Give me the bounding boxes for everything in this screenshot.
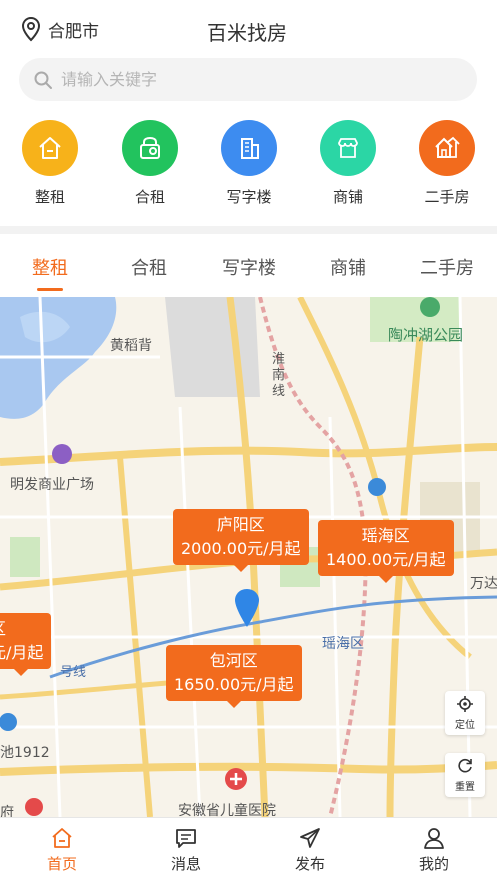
nav-label: 消息: [170, 855, 201, 873]
map-label-wanda: 万达: [470, 576, 497, 592]
search-input[interactable]: [61, 70, 441, 89]
category-label: 商铺: [332, 188, 363, 206]
send-icon: [300, 828, 320, 848]
district-pin-yaohai[interactable]: 瑶海区 1400.00元/月起: [318, 520, 454, 583]
house-icon: [22, 120, 78, 176]
shop-icon: [320, 120, 376, 176]
district-price: 元/月起: [0, 643, 44, 662]
nav-label: 发布: [294, 855, 325, 873]
active-tab-indicator: [37, 288, 63, 291]
map-label-huangdaobei: 黄稻背: [110, 338, 152, 354]
district-pin-baohe[interactable]: 包河区 1650.00元/月起: [166, 645, 302, 708]
map-label-hospital: 安徽省儿童医院: [178, 803, 276, 817]
nav-publish[interactable]: 发布: [270, 826, 350, 874]
district-price: 1650.00元/月起: [174, 675, 294, 694]
home-icon: [52, 828, 72, 848]
tab-shop[interactable]: 商铺: [303, 254, 393, 280]
district-name: 瑶海区: [361, 526, 410, 545]
tab-whole-rent[interactable]: 整租: [5, 254, 95, 280]
nav-home[interactable]: 首页: [22, 826, 102, 874]
map-label-1912: 池1912: [0, 745, 50, 761]
category-whole-rent[interactable]: 整租: [10, 118, 90, 207]
category-label: 合租: [134, 188, 165, 206]
header: 合肥市 百米找房: [0, 0, 497, 56]
category-label: 二手房: [424, 188, 470, 206]
category-shop[interactable]: 商铺: [308, 118, 388, 207]
listing-tabs: 整租 合租 写字楼 商铺 二手房: [0, 234, 497, 296]
district-name: 区: [0, 617, 43, 641]
search-bar[interactable]: [19, 58, 477, 101]
tab-second-hand[interactable]: 二手房: [402, 254, 492, 280]
city-name: 合肥市: [48, 21, 99, 42]
map-label-mingfa: 明发商业广场: [10, 477, 94, 493]
category-label: 写字楼: [226, 188, 272, 206]
category-office[interactable]: 写字楼: [209, 118, 289, 207]
category-label: 整租: [34, 188, 65, 206]
map-label-baohe-station: 瑶海区: [322, 636, 364, 652]
profile-icon: [424, 828, 444, 849]
map-label-huainan-line: 淮南线: [272, 352, 286, 399]
refresh-icon: [458, 758, 472, 773]
category-shared-rent[interactable]: 合租: [110, 118, 190, 207]
shared-room-icon: [122, 120, 178, 176]
map-label-fu: 府: [0, 805, 14, 817]
nav-profile[interactable]: 我的: [394, 826, 474, 874]
locate-label: 定位: [455, 720, 475, 731]
nav-messages[interactable]: 消息: [146, 826, 226, 874]
locate-button[interactable]: 定位: [445, 691, 485, 735]
message-icon: [176, 829, 196, 848]
second-hand-house-icon: [419, 120, 475, 176]
bottom-nav: 首页 消息 发布 我的: [0, 817, 497, 883]
reset-label: 重置: [455, 782, 475, 793]
district-price: 2000.00元/月起: [181, 539, 301, 558]
office-building-icon: [221, 120, 277, 176]
map-label-park: 陶冲湖公园: [388, 326, 464, 344]
reset-button[interactable]: 重置: [445, 753, 485, 797]
page-title: 百米找房: [207, 21, 287, 45]
district-pin-partial[interactable]: 区 元/月起: [0, 613, 52, 676]
category-grid: 整租 合租 写字楼 商铺 二手房: [0, 118, 497, 213]
district-price: 1400.00元/月起: [326, 550, 446, 569]
district-pin-luyang[interactable]: 庐阳区 2000.00元/月起: [173, 509, 309, 572]
nav-label: 首页: [46, 855, 77, 873]
section-divider: [0, 226, 497, 234]
district-name: 包河区: [209, 651, 258, 670]
map-label-metro-line: 号线: [60, 665, 87, 680]
search-icon: [34, 71, 52, 89]
map-view[interactable]: 陶冲湖公园 黄稻背 淮南线 明发商业广场 瑶海区 万达 号线 池1912 安徽省…: [0, 297, 497, 817]
city-selector[interactable]: 合肥市: [20, 16, 99, 42]
district-name: 庐阳区: [216, 515, 265, 534]
location-pin-icon: [21, 16, 41, 42]
category-second-hand[interactable]: 二手房: [407, 118, 487, 207]
locate-icon: [457, 696, 473, 712]
tab-office[interactable]: 写字楼: [204, 254, 294, 280]
tab-shared-rent[interactable]: 合租: [104, 254, 194, 280]
nav-label: 我的: [418, 855, 449, 873]
